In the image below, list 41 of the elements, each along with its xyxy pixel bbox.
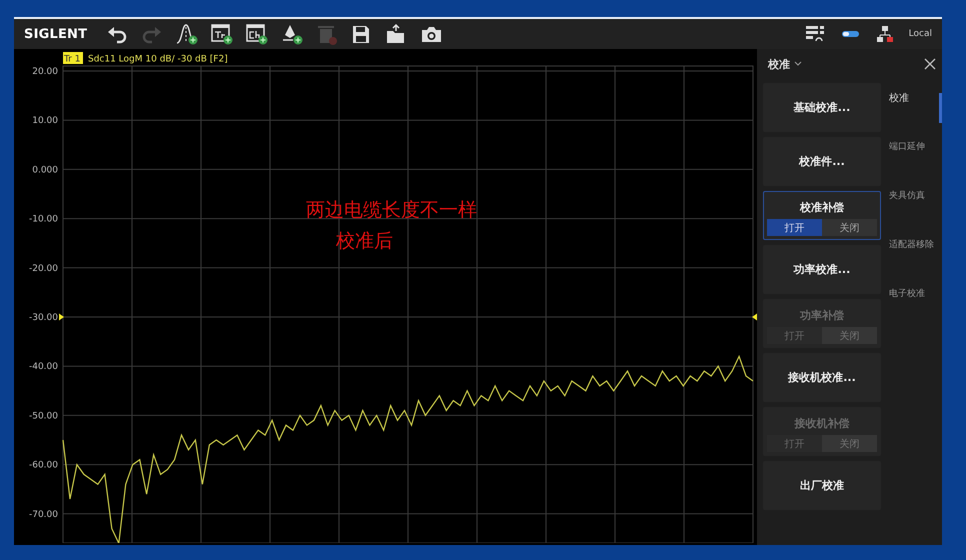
toggle-icon[interactable] bbox=[840, 29, 861, 39]
remote-status: Local bbox=[908, 29, 932, 39]
trace-label: Sdc11 LogM 10 dB/ -30 dB [F2] bbox=[88, 54, 228, 64]
toggle-label: 校准补偿 bbox=[800, 200, 844, 215]
y-tick-label: -70.00 bbox=[28, 510, 58, 520]
nav-tab[interactable]: 端口延伸 bbox=[889, 136, 942, 185]
trace-badge[interactable]: Tr 1 bbox=[63, 52, 83, 64]
annotation-text: 校准后 bbox=[336, 230, 393, 252]
y-tick-label: -60.00 bbox=[28, 460, 58, 471]
window-icon[interactable] bbox=[245, 23, 270, 45]
y-tick-label: -20.00 bbox=[28, 264, 58, 274]
annotation-text: 两边电缆长度不一样 bbox=[306, 199, 477, 221]
network-icon[interactable] bbox=[876, 25, 893, 43]
brand-logo: SIGLENT bbox=[24, 26, 88, 42]
toggle-label: 接收机补偿 bbox=[794, 416, 850, 431]
y-tick-label: -40.00 bbox=[28, 362, 58, 372]
nav-tab[interactable]: 电子校准 bbox=[889, 283, 942, 332]
calibration-button[interactable]: 功率校准... bbox=[763, 245, 881, 294]
nav-tab[interactable]: 夹具仿真 bbox=[889, 185, 942, 234]
y-tick-label: 10.00 bbox=[32, 116, 58, 126]
y-tick-label: -30.00 bbox=[28, 313, 58, 323]
toggle-option[interactable]: 打开 bbox=[767, 219, 822, 236]
calibration-button[interactable]: 校准件... bbox=[763, 137, 881, 186]
nav-tab[interactable]: 校准 bbox=[889, 87, 942, 136]
layout-icon[interactable] bbox=[804, 24, 825, 44]
curve-icon[interactable] bbox=[175, 23, 200, 45]
close-icon[interactable] bbox=[924, 58, 936, 70]
calibration-button[interactable]: 基础校准... bbox=[763, 83, 881, 132]
calibration-button[interactable]: 出厂校准 bbox=[763, 461, 881, 510]
panel-title[interactable]: 校准 bbox=[768, 56, 790, 72]
chevron-down-icon[interactable] bbox=[794, 61, 802, 67]
window-icon[interactable] bbox=[210, 23, 234, 45]
y-tick-label: 20.00 bbox=[32, 67, 58, 77]
toggle-label: 功率补偿 bbox=[800, 308, 844, 323]
y-tick-label: -10.00 bbox=[28, 214, 58, 225]
nav-tab[interactable]: 适配器移除 bbox=[889, 234, 942, 283]
toggle-option[interactable]: 关闭 bbox=[822, 219, 877, 236]
y-tick-label: 0.000 bbox=[32, 165, 58, 176]
y-tick-label: -50.00 bbox=[28, 411, 58, 422]
calibration-button[interactable]: 接收机校准... bbox=[763, 353, 881, 402]
marker-icon[interactable] bbox=[280, 23, 304, 45]
